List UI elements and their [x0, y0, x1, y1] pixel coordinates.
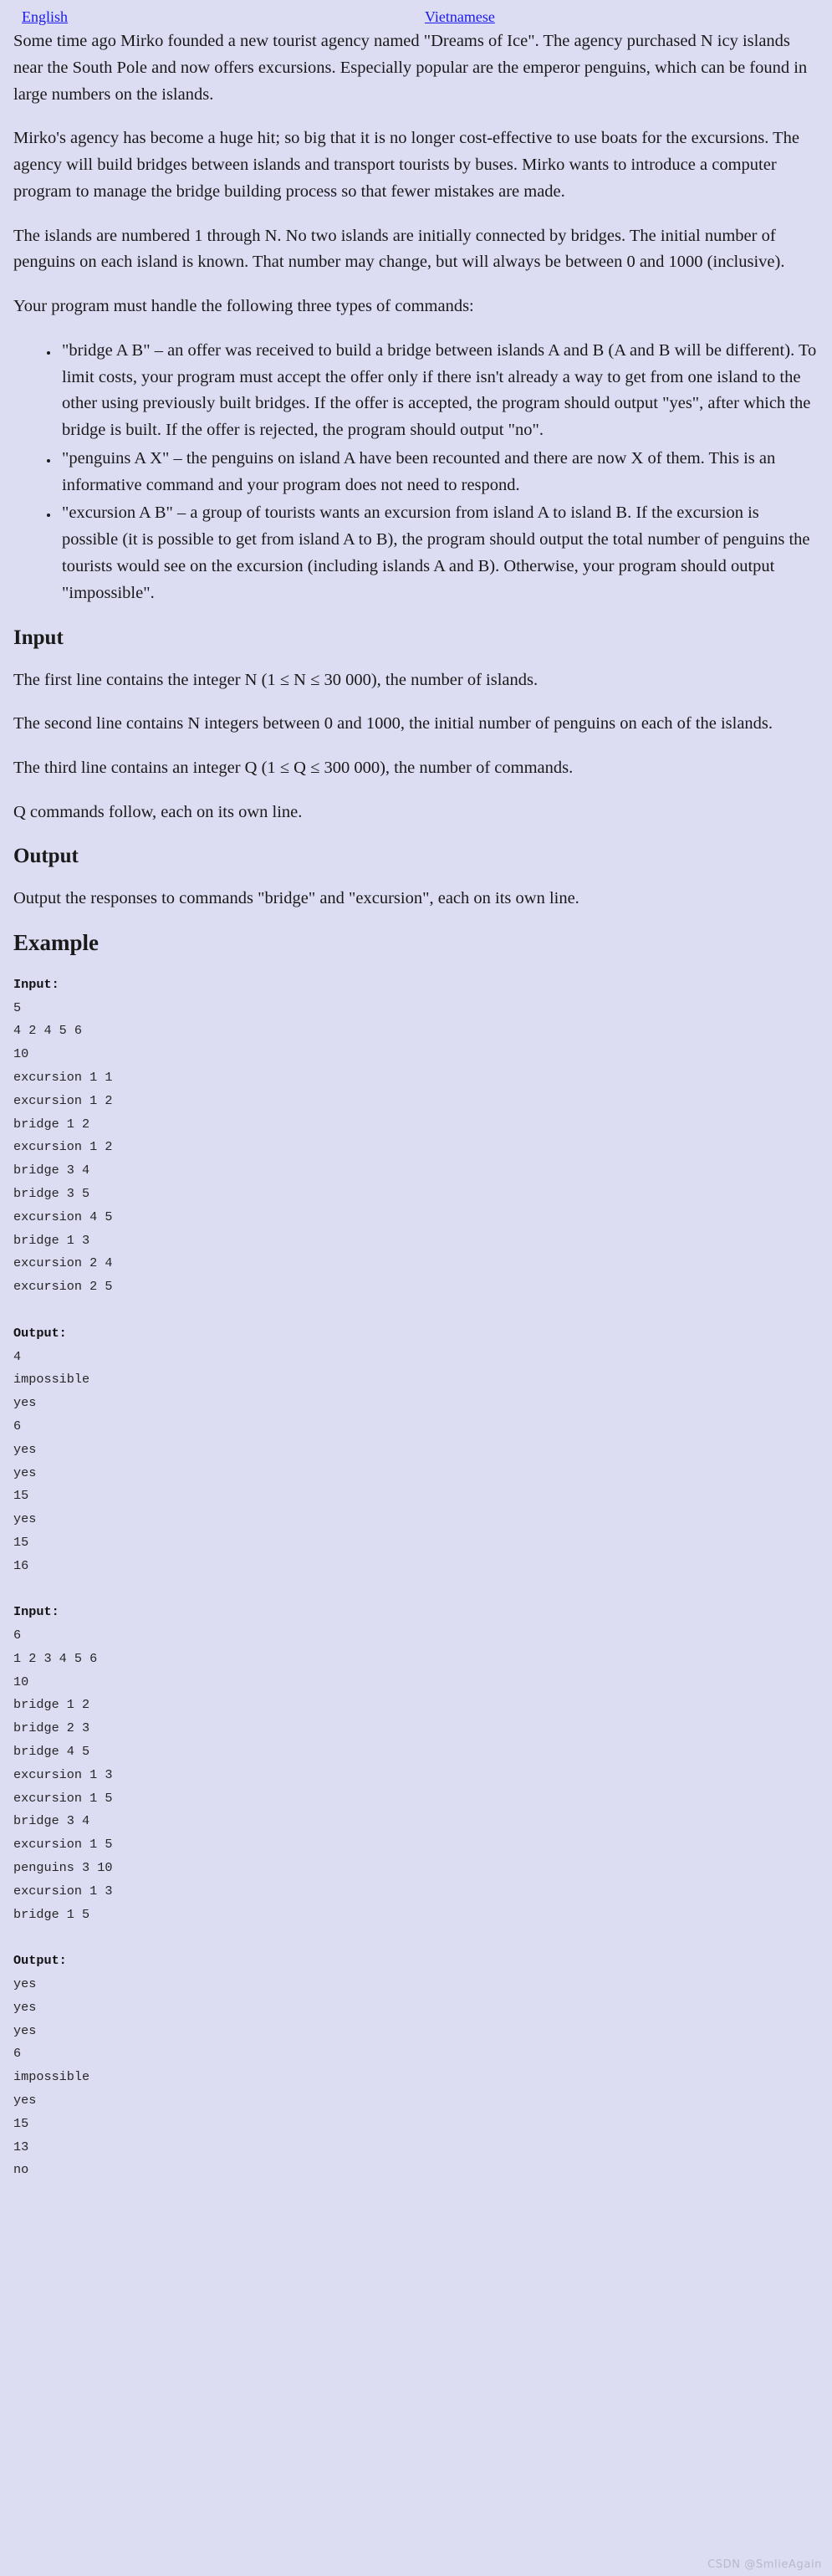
example-2-gap	[13, 1926, 819, 1950]
list-item: "bridge A B" – an offer was received to …	[59, 338, 819, 444]
language-bar: English Vietnamese	[13, 0, 819, 28]
list-item: "penguins A X" – the penguins on island …	[59, 446, 819, 499]
input-section-heading: Input	[13, 626, 64, 649]
example-section-heading: Example	[13, 930, 100, 956]
example-2-input-block: Input: 6 1 2 3 4 5 6 10 bridge 1 2 bridg…	[13, 1601, 819, 1926]
example-2: Input: 6 1 2 3 4 5 6 10 bridge 1 2 bridg…	[13, 1601, 819, 2182]
command-list: "bridge A B" – an offer was received to …	[13, 338, 819, 607]
example-separator	[13, 1577, 819, 1601]
input-paragraph-1: The first line contains the integer N (1…	[13, 670, 539, 689]
example-2-output-block: Output: yes yes yes 6 impossible yes 15 …	[13, 1950, 819, 2182]
statement-body: Some time ago Mirko founded a new touris…	[13, 28, 819, 607]
lang-link-english[interactable]: English	[22, 8, 68, 26]
watermark: CSDN @SmlieAgain	[707, 2558, 822, 2571]
example-1-input-label: Input:	[13, 976, 59, 992]
example-2-input-lines: 6 1 2 3 4 5 6 10 bridge 1 2 bridge 2 3 b…	[13, 1628, 113, 1922]
statement-paragraph-1: Some time ago Mirko founded a new touris…	[13, 32, 808, 104]
example-2-output-lines: yes yes yes 6 impossible yes 15 13 no	[13, 1976, 90, 2178]
list-item: "excursion A B" – a group of tourists wa…	[59, 500, 819, 606]
example-2-input-label: Input:	[13, 1604, 59, 1620]
example-1-gap	[13, 1299, 819, 1322]
example-2-output-label: Output:	[13, 1953, 67, 1969]
output-section-heading: Output	[13, 844, 79, 867]
lang-link-vietnamese[interactable]: Vietnamese	[425, 8, 495, 26]
input-paragraph-4: Q commands follow, each on its own line.	[13, 802, 303, 821]
example-1-output-lines: 4 impossible yes 6 yes yes 15 yes 15 16	[13, 1348, 90, 1573]
problem-statement-page: English Vietnamese Some time ago Mirko f…	[0, 0, 832, 2182]
statement-paragraph-4: Your program must handle the following t…	[13, 297, 474, 316]
input-paragraph-3: The third line contains an integer Q (1 …	[13, 759, 574, 778]
example-1-output-label: Output:	[13, 1325, 67, 1341]
output-paragraph-1: Output the responses to commands "bridge…	[13, 888, 579, 907]
statement-paragraph-3: The islands are numbered 1 through N. No…	[13, 226, 785, 272]
input-paragraph-2: The second line contains N integers betw…	[13, 714, 773, 733]
example-1-input-block: Input: 5 4 2 4 5 6 10 excursion 1 1 excu…	[13, 974, 819, 1299]
example-1-input-lines: 5 4 2 4 5 6 10 excursion 1 1 excursion 1…	[13, 999, 113, 1295]
example-1: Input: 5 4 2 4 5 6 10 excursion 1 1 excu…	[13, 974, 819, 1578]
example-1-output-block: Output: 4 impossible yes 6 yes yes 15 ye…	[13, 1322, 819, 1578]
statement-paragraph-2: Mirko's agency has become a huge hit; so…	[13, 129, 800, 201]
